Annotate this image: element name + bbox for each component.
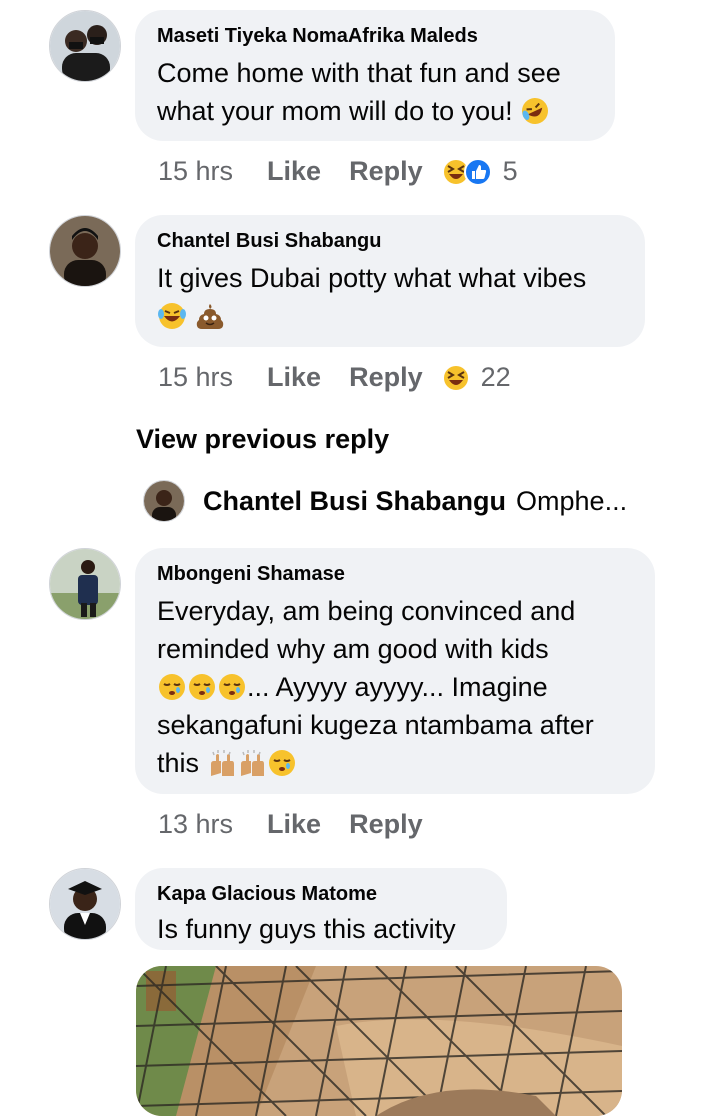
rolling-laughing-emoji-icon bbox=[520, 96, 550, 126]
comment-time[interactable]: 13 hrs bbox=[158, 809, 233, 840]
avatar[interactable] bbox=[49, 215, 121, 287]
avatar[interactable] bbox=[143, 480, 185, 522]
reply-author-name[interactable]: Chantel Busi Shabangu bbox=[203, 486, 506, 517]
comment-meta: 13 hrs Like Reply bbox=[158, 809, 451, 840]
comment-bubble: Kapa Glacious Matome Is funny guys this … bbox=[135, 868, 507, 950]
comment-meta: 15 hrs Like Reply 22 bbox=[158, 362, 511, 393]
comment-text: Everyday, am being convinced and reminde… bbox=[157, 596, 594, 778]
commenter-name[interactable]: Maseti Tiyeka NomaAfrika Maleds bbox=[157, 24, 593, 48]
reply-preview-text: Omphe... bbox=[516, 485, 628, 516]
comment-text: It gives Dubai potty what what vibes bbox=[157, 259, 623, 335]
raised-hands-emoji-icon bbox=[237, 748, 267, 778]
avatar[interactable] bbox=[49, 548, 121, 620]
sleepy-face-emoji-icon bbox=[217, 672, 247, 702]
comment-text: Come home with that fun and see what you… bbox=[157, 54, 593, 130]
comment-text: Is funny guys this activity bbox=[157, 914, 456, 944]
avatar[interactable] bbox=[49, 10, 121, 82]
reaction-count[interactable]: 5 bbox=[503, 156, 518, 187]
comment-bubble: Chantel Busi Shabangu It gives Dubai pot… bbox=[135, 215, 645, 347]
comment-time[interactable]: 15 hrs bbox=[158, 362, 233, 393]
reaction-count[interactable]: 22 bbox=[481, 362, 511, 393]
like-button[interactable]: Like bbox=[267, 809, 321, 840]
reply-button[interactable]: Reply bbox=[349, 362, 423, 393]
comment-meta: 15 hrs Like Reply 5 bbox=[158, 156, 518, 187]
reply-button[interactable]: Reply bbox=[349, 156, 423, 187]
sleepy-face-emoji-icon bbox=[267, 748, 297, 778]
comment-bubble: Mbongeni Shamase Everyday, am being conv… bbox=[135, 548, 655, 794]
sleepy-face-emoji-icon bbox=[157, 672, 187, 702]
poop-emoji-icon bbox=[195, 301, 225, 331]
reply-preview[interactable]: Chantel Busi Shabangu Omphe... bbox=[143, 480, 627, 522]
comment-time[interactable]: 15 hrs bbox=[158, 156, 233, 187]
reply-button[interactable]: Reply bbox=[349, 809, 423, 840]
commenter-name[interactable]: Chantel Busi Shabangu bbox=[157, 229, 623, 253]
comment-bubble: Maseti Tiyeka NomaAfrika Maleds Come hom… bbox=[135, 10, 615, 141]
tears-of-joy-emoji-icon bbox=[157, 301, 187, 331]
avatar[interactable] bbox=[49, 868, 121, 940]
laughing-face-icon[interactable] bbox=[441, 363, 471, 393]
view-previous-reply-link[interactable]: View previous reply bbox=[136, 424, 389, 455]
commenter-name[interactable]: Mbongeni Shamase bbox=[157, 562, 633, 586]
sleepy-face-emoji-icon bbox=[187, 672, 217, 702]
like-button[interactable]: Like bbox=[267, 362, 321, 393]
thumbs-up-icon[interactable] bbox=[463, 157, 493, 187]
like-button[interactable]: Like bbox=[267, 156, 321, 187]
comment-photo[interactable] bbox=[136, 966, 622, 1116]
commenter-name[interactable]: Kapa Glacious Matome bbox=[157, 882, 485, 906]
raised-hands-emoji-icon bbox=[207, 748, 237, 778]
